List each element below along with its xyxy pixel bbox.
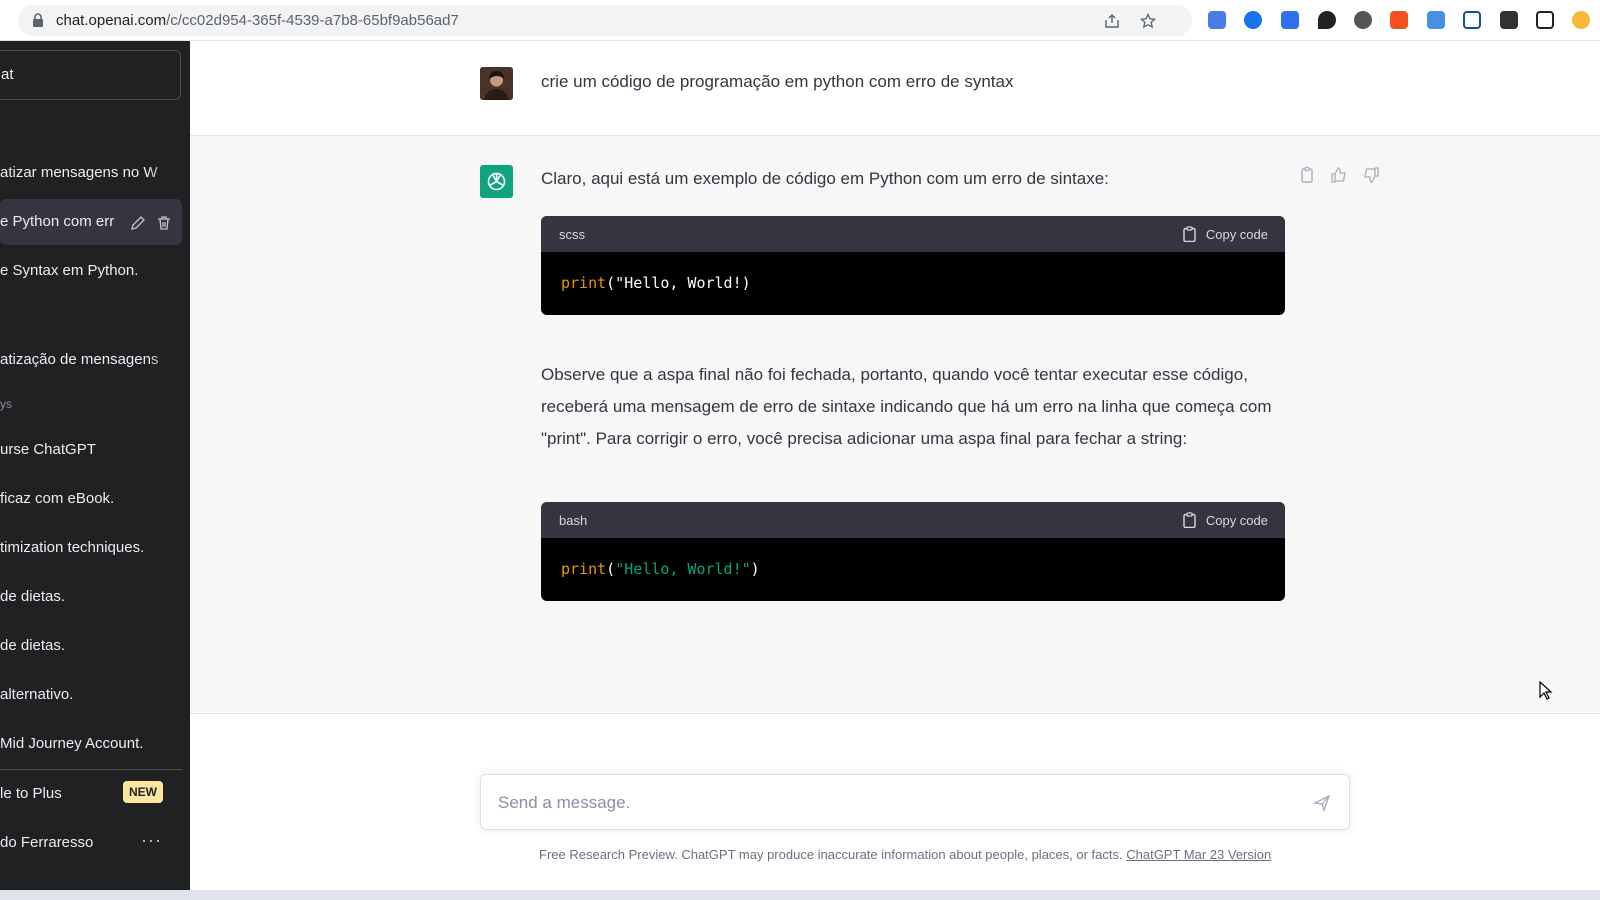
code-language-label: scss xyxy=(559,227,585,242)
sidebar-item-chat[interactable]: alternativo. xyxy=(0,672,182,718)
user-message: crie um código de programação em python … xyxy=(190,41,1600,136)
thumbs-up-icon[interactable] xyxy=(1330,166,1348,184)
profile-icon[interactable] xyxy=(1572,11,1590,29)
edit-icon[interactable] xyxy=(130,215,146,231)
extension-icon[interactable] xyxy=(1463,11,1481,29)
browser-toolbar: chat.openai.com/c/cc02d954-365f-4539-a7b… xyxy=(0,0,1600,41)
copy-code-button[interactable]: Copy code xyxy=(1182,226,1268,242)
extension-d-icon[interactable] xyxy=(1281,11,1299,29)
sidebar-item-chat[interactable]: ficaz com eBook. xyxy=(0,476,182,522)
more-options-icon[interactable]: ··· xyxy=(141,830,162,851)
clipboard-icon xyxy=(1183,226,1196,242)
sidebar-item-chat[interactable]: atizar mensagens no W xyxy=(0,150,182,196)
message-actions xyxy=(1298,166,1380,184)
sidebar-item-chat[interactable]: de dietas. xyxy=(0,623,182,669)
sidebar-item-chat[interactable]: atização de mensagens xyxy=(0,337,182,383)
translate-extension-icon[interactable] xyxy=(1208,11,1226,29)
thumbs-down-icon[interactable] xyxy=(1362,166,1380,184)
side-panel-icon[interactable] xyxy=(1536,11,1554,29)
clipboard-icon xyxy=(1183,512,1196,528)
sidebar-item-chat[interactable]: de dietas. xyxy=(0,574,182,620)
conversation-panel: crie um código de programação em python … xyxy=(190,41,1600,890)
sidebar-item-chat[interactable]: e Syntax em Python. xyxy=(0,248,182,294)
version-link[interactable]: ChatGPT Mar 23 Version xyxy=(1126,847,1271,862)
code-block-header: bash Copy code xyxy=(541,502,1285,538)
lock-icon xyxy=(33,13,43,27)
sidebar: at atizar mensagens no W e Python com er… xyxy=(0,41,190,890)
puzzle-extensions-icon[interactable] xyxy=(1500,11,1518,29)
location-extension-icon[interactable] xyxy=(1318,11,1336,29)
code-block: bash Copy code print("Hello, World!") xyxy=(541,502,1285,601)
user-avatar xyxy=(480,67,513,100)
share-icon[interactable] xyxy=(1104,13,1120,29)
user-menu-button[interactable]: do Ferraresso ··· xyxy=(0,820,182,866)
address-bar[interactable]: chat.openai.com/c/cc02d954-365f-4539-a7b… xyxy=(18,5,1192,36)
url-text: chat.openai.com/c/cc02d954-365f-4539-a7b… xyxy=(56,12,459,29)
assistant-intro-text: Claro, aqui está um exemplo de código em… xyxy=(541,169,1109,188)
sidebar-item-chat[interactable]: Mid Journey Account. xyxy=(0,721,182,767)
extension-icon[interactable] xyxy=(1354,11,1372,29)
copy-code-button[interactable]: Copy code xyxy=(1182,512,1268,528)
chatgpt-logo-icon xyxy=(480,165,513,198)
sidebar-item-chat[interactable]: timization techniques. xyxy=(0,525,182,571)
sidebar-item-chat[interactable]: urse ChatGPT xyxy=(0,427,182,473)
code-content: print("Hello, World!) xyxy=(561,274,751,292)
assistant-message: Claro, aqui está um exemplo de código em… xyxy=(190,136,1600,714)
message-input[interactable] xyxy=(498,789,1278,817)
mouse-cursor-icon xyxy=(1539,681,1553,700)
new-chat-button[interactable]: at xyxy=(0,50,181,100)
extension-icon[interactable] xyxy=(1244,11,1262,29)
star-icon[interactable] xyxy=(1140,13,1156,29)
new-badge: NEW xyxy=(123,781,163,803)
assistant-explanation-text: Observe que a aspa final não foi fechada… xyxy=(541,365,1272,448)
sidebar-group-label: ys xyxy=(0,397,12,411)
upgrade-plus-button[interactable]: le to Plus NEW xyxy=(0,771,182,817)
message-composer xyxy=(480,774,1350,830)
extension-icon[interactable] xyxy=(1390,11,1408,29)
code-block-header: scss Copy code xyxy=(541,216,1285,252)
extension-icon[interactable] xyxy=(1427,11,1445,29)
os-taskbar xyxy=(0,890,1600,900)
code-language-label: bash xyxy=(559,513,588,528)
sidebar-item-active-chat[interactable]: e Python com err xyxy=(0,199,182,245)
code-block: scss Copy code print("Hello, World!) xyxy=(541,216,1285,315)
sidebar-divider xyxy=(0,769,182,770)
code-content: print("Hello, World!") xyxy=(561,560,760,578)
send-icon[interactable] xyxy=(1313,794,1331,812)
user-message-text: crie um código de programação em python … xyxy=(541,72,1014,91)
disclaimer-footer: Free Research Preview. ChatGPT may produ… xyxy=(539,847,1272,862)
copy-icon[interactable] xyxy=(1298,166,1316,184)
trash-icon[interactable] xyxy=(156,215,172,231)
